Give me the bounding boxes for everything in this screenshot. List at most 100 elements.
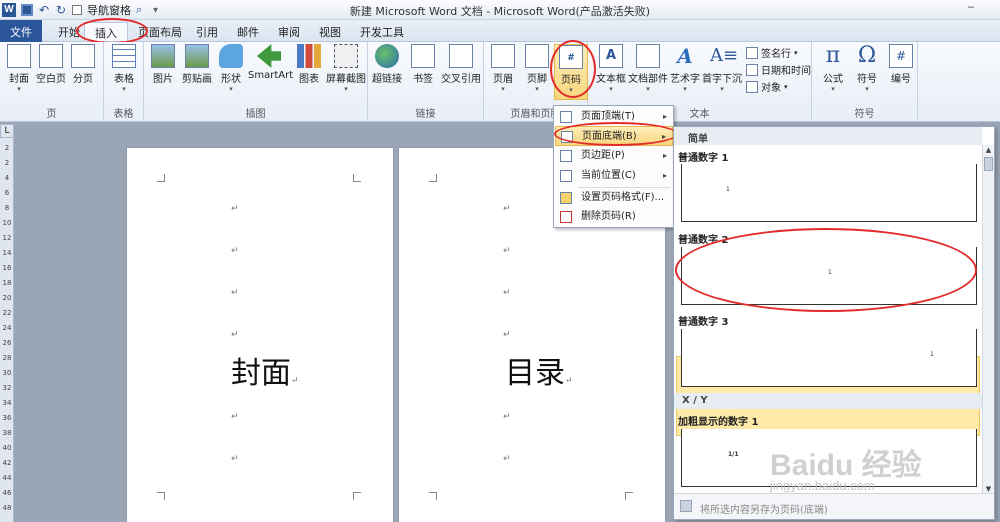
page-break-button[interactable]: 分页 [66, 44, 100, 85]
paragraph-mark: ↵ [503, 246, 511, 256]
group-label-illustrations: 插图 [245, 109, 266, 120]
remove-page-numbers-icon [560, 211, 572, 223]
tab-view[interactable]: 视图 [309, 22, 351, 41]
submenu-arrow-icon: ▸ [662, 112, 667, 121]
menu-item-remove-page-numbers[interactable]: 删除页码(R) [555, 207, 673, 227]
page-corner-mark [353, 174, 361, 182]
quick-parts-button[interactable]: 文档部件 ▾ [628, 44, 668, 93]
footer-button[interactable]: 页脚 ▾ [520, 44, 554, 93]
menu-item-format-page-numbers[interactable]: 设置页码格式(F)... [555, 188, 673, 208]
smartart-button[interactable]: SmartArt [248, 44, 293, 81]
picture-button[interactable]: 图片 [146, 44, 180, 85]
gallery-item-plain-number-3[interactable]: 1 [681, 329, 977, 387]
number-icon: # [889, 44, 913, 68]
cross-reference-button[interactable]: 交叉引用 [440, 44, 482, 85]
scroll-thumb[interactable] [984, 157, 993, 171]
chart-button[interactable]: 图表 [292, 44, 326, 85]
document-page-cover[interactable]: ↵ ↵ ↵ ↵ 封面↵ ↵ ↵ [126, 147, 394, 522]
preview-page-number: 1 [726, 186, 730, 193]
window-title: 新建 Microsoft Word 文档 - Microsoft Word(产品… [349, 5, 651, 18]
ruler-tick-label: 16 [2, 264, 12, 272]
gallery-item-plain-number-1[interactable]: 1 [681, 164, 977, 222]
chevron-down-icon: ▾ [831, 85, 835, 93]
scroll-up-icon[interactable]: ▲ [983, 145, 994, 156]
object-icon [746, 80, 758, 93]
cover-heading: 封面↵ [231, 356, 299, 391]
ribbon: 封面 ▾ 空白页 分页 页 表格 ▾ 表格 图片 剪贴画 形状 ▾ SmartA… [0, 42, 1000, 122]
screenshot-icon [334, 44, 358, 68]
gallery-item-plain-number-2[interactable]: 1 [681, 247, 977, 305]
ruler-tick-label: 8 [4, 204, 10, 212]
current-position-icon [560, 170, 572, 182]
ruler-tick-label: 6 [4, 189, 10, 197]
ribbon-tabs: 文件 开始 插入 页面布局 引用 邮件 审阅 视图 开发工具 [0, 20, 1000, 42]
screenshot-button[interactable]: 屏幕截图 ▾ [326, 44, 366, 93]
baidu-watermark-url: jingyan.baidu.com [770, 478, 875, 493]
tab-selector[interactable]: L [0, 124, 14, 138]
cover-button[interactable]: 封面 ▾ [2, 44, 36, 93]
symbol-button[interactable]: Ω 符号 ▾ [850, 44, 884, 94]
tab-insert[interactable]: 插入 [84, 22, 128, 41]
picture-icon [151, 44, 175, 68]
tab-page-layout[interactable]: 页面布局 [128, 22, 192, 41]
toc-heading: 目录↵ [505, 356, 573, 391]
menu-item-page-top[interactable]: 页面顶端(T) ▸ [555, 107, 673, 127]
paragraph-mark: ↵ [503, 330, 511, 340]
preview-page-number: 1 [930, 351, 934, 358]
number-button[interactable]: # 编号 [884, 44, 918, 85]
page-corner-mark [157, 174, 165, 182]
signature-line-button[interactable]: 签名行 ▾ [746, 45, 798, 60]
drop-cap-button[interactable]: A≡ 首字下沉 ▾ [702, 44, 742, 93]
blank-page-button[interactable]: 空白页 [34, 44, 68, 85]
shapes-icon [219, 44, 243, 68]
ruler-tick-label: 2 [4, 159, 10, 167]
page-top-icon [560, 111, 572, 123]
menu-item-page-margins[interactable]: 页边距(P) ▸ [555, 146, 673, 166]
shapes-button[interactable]: 形状 ▾ [214, 44, 248, 93]
ruler-tick-label: 48 [2, 504, 12, 512]
bookmark-button[interactable]: 书签 [406, 44, 440, 85]
equation-button[interactable]: π 公式 ▾ [816, 44, 850, 94]
vertical-ruler[interactable]: 2 2 4 6 8 10 12 14 16 18 20 22 24 26 28 30 32 34 36 38 40 42 4… [0, 138, 14, 522]
header-icon [491, 44, 515, 68]
clipart-button[interactable]: 剪贴画 [180, 44, 214, 85]
table-button[interactable]: 表格 ▾ [107, 44, 141, 93]
tab-mailings[interactable]: 邮件 [227, 22, 269, 41]
group-label-table: 表格 [113, 109, 134, 120]
ruler-tick-label: 12 [2, 234, 12, 242]
preview-page-number: 1/1 [728, 451, 739, 458]
bookmark-icon [411, 44, 435, 68]
ruler-tick-label: 44 [2, 474, 12, 482]
tab-developer[interactable]: 开发工具 [350, 22, 414, 41]
menu-item-page-bottom[interactable]: 页面底端(B) ▸ [555, 126, 673, 146]
wordart-button[interactable]: A 艺术字 ▾ [668, 44, 702, 93]
tab-references[interactable]: 引用 [186, 22, 228, 41]
paragraph-mark: ↵ [231, 412, 239, 422]
minimize-ribbon-icon[interactable]: ‒ [964, 1, 978, 14]
gallery-item-title: 普通数字 3 [678, 317, 729, 328]
drop-cap-icon: A≡ [710, 45, 739, 66]
gallery-item-title: 普通数字 2 [678, 235, 729, 246]
chart-icon [297, 44, 321, 68]
chevron-down-icon: ▾ [646, 85, 650, 93]
menu-item-current-position[interactable]: 当前位置(C) ▸ [555, 166, 673, 186]
paragraph-mark: ↵ [503, 412, 511, 422]
date-time-button[interactable]: 日期和时间 [746, 62, 811, 77]
textbox-button[interactable]: A 文本框 ▾ [594, 44, 628, 93]
object-button[interactable]: 对象 ▾ [746, 79, 788, 94]
page-number-button[interactable]: # 页码 ▾ [554, 44, 588, 100]
ruler-tick-label: 24 [2, 324, 12, 332]
chevron-down-icon: ▾ [794, 48, 798, 57]
page-bottom-icon [561, 131, 573, 143]
tab-file[interactable]: 文件 [0, 20, 42, 42]
paragraph-mark: ↵ [231, 454, 239, 464]
header-button[interactable]: 页眉 ▾ [486, 44, 520, 93]
ruler-tick-label: 26 [2, 339, 12, 347]
save-selection-as-page-number-button[interactable]: 将所选内容另存为页码(底端) [674, 493, 994, 519]
group-page: 封面 ▾ 空白页 分页 页 [0, 42, 104, 122]
gallery-scrollbar[interactable]: ▲ ▼ [982, 145, 994, 495]
group-label-page: 页 [46, 109, 57, 120]
hyperlink-button[interactable]: 超链接 [370, 44, 404, 85]
tab-review[interactable]: 审阅 [268, 22, 310, 41]
ruler-tick-label: 2 [4, 144, 10, 152]
